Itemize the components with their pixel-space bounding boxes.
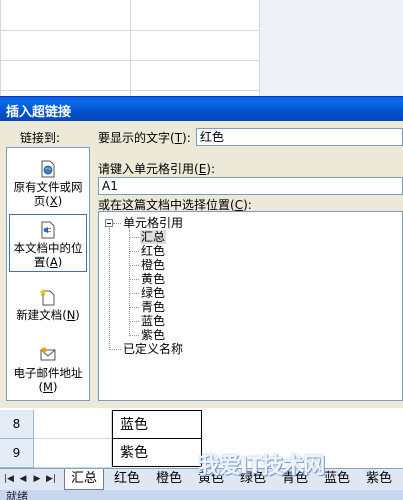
tree-node-sheet[interactable]: 青色 [141,300,165,314]
tree-node-sheet[interactable]: 红色 [141,244,165,258]
dialog-titlebar[interactable]: 插入超链接 [0,97,403,121]
cell-ref-input[interactable]: A1 [98,177,403,195]
cell-ref-label: 请键入单元格引用(E): [98,162,216,176]
row-header[interactable]: 9 [0,439,34,468]
prev-sheet-icon[interactable]: ◀ [18,473,28,485]
tree-node-sheet[interactable]: 紫色 [141,328,165,342]
next-sheet-icon[interactable]: ▶ [32,473,42,485]
tree-node-sheet[interactable]: 绿色 [141,286,165,300]
link-option-this-document[interactable]: 本文档中的位 置(A) [9,214,87,272]
email-icon [40,347,56,361]
tree-node-cell-refs[interactable]: 单元格引用 [123,216,183,230]
table-cell[interactable] [34,439,112,468]
row-header[interactable]: 8 [0,410,34,439]
watermark: 我爱IT技术网 [198,454,325,479]
status-bar: 就绪 [0,490,403,500]
link-option-email[interactable]: 电子邮件地址 (M) [9,346,87,394]
table-cell[interactable]: 紫色 [112,438,202,467]
file-web-icon [41,160,55,178]
insert-hyperlink-dialog: 插入超链接 链接到: 要显示的文字(T): 红色 请键入单元格引用(E): A1… [0,96,403,409]
link-to-panel: 原有文件或网 页(X) 本文档中的位 置(A) 新建文档(N) 电子邮件地址 (… [6,147,90,401]
table-cell[interactable] [34,410,112,439]
sheet-tab[interactable]: 紫色 [360,469,398,489]
status-text: 就绪 [6,490,28,500]
tree-node-sheet[interactable]: 蓝色 [141,314,165,328]
tree-node-sheet[interactable]: 汇总 [140,230,167,244]
link-option-existing-file[interactable]: 原有文件或网 页(X) [9,160,87,208]
sheet-right-pane [260,0,403,96]
new-document-icon [40,288,55,306]
sheet-grid-top [0,0,403,96]
document-place-icon [41,221,55,239]
link-to-label: 链接到: [20,131,61,145]
display-text-input[interactable]: 红色 [196,128,403,146]
sheet-tab[interactable]: 红色 [108,469,146,489]
tree-node-sheet[interactable]: 黄色 [141,272,165,286]
tree-node-defined-names[interactable]: 已定义名称 [123,342,183,356]
sheet-tab[interactable]: 橙色 [150,469,188,489]
tree-node-sheet[interactable]: 橙色 [141,258,165,272]
sheet-tab[interactable]: 汇总 [64,469,105,490]
last-sheet-icon[interactable]: ▶| [46,473,56,485]
table-cell[interactable]: 蓝色 [112,410,202,439]
dialog-title: 插入超链接 [6,105,72,120]
document-location-tree[interactable]: 单元格引用 汇总 红色 橙色 黄色 绿色 青色 蓝色 紫色 已定义名称 [98,211,403,401]
first-sheet-icon[interactable]: |◀ [4,473,14,485]
link-option-new-document[interactable]: 新建文档(N) [9,288,87,328]
tree-collapse-icon[interactable] [105,219,113,227]
display-text-label: 要显示的文字(T): [98,131,191,145]
